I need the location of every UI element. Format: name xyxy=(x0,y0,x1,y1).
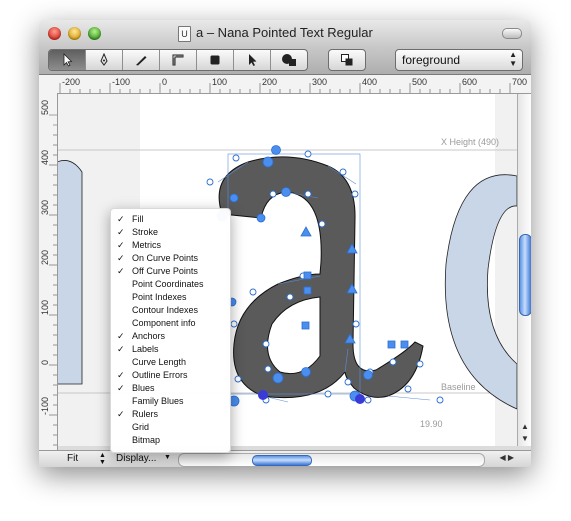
rectangle-icon xyxy=(210,55,220,65)
scroll-up-arrow[interactable]: ▲ xyxy=(521,422,529,431)
check-icon: ✓ xyxy=(117,227,125,237)
document-icon: U xyxy=(178,26,191,42)
check-icon: ✓ xyxy=(117,253,125,263)
menu-item-on-curve-points[interactable]: ✓ On Curve Points xyxy=(111,252,230,265)
check-icon: ✓ xyxy=(117,409,125,419)
zoom-button[interactable] xyxy=(88,27,101,40)
minimize-button[interactable] xyxy=(68,27,81,40)
check-icon: ✓ xyxy=(117,240,125,250)
shapes-tool-button[interactable] xyxy=(271,50,307,70)
v-ruler-label: -100 xyxy=(40,397,50,415)
h-ruler-label: 200 xyxy=(262,77,277,87)
display-options-button[interactable]: Display... xyxy=(116,453,156,464)
window-title: a – Nana Pointed Text Regular xyxy=(196,25,373,40)
vertical-scroll-thumb[interactable] xyxy=(519,234,531,316)
layer-select-value: foreground xyxy=(402,53,461,67)
pen-icon xyxy=(100,53,108,66)
pointer-icon xyxy=(63,53,73,67)
menu-item-metrics[interactable]: ✓ Metrics xyxy=(111,239,230,252)
arrow-tool-button[interactable] xyxy=(234,50,271,70)
menu-item-family-blues[interactable]: Family Blues xyxy=(111,395,230,408)
layer-select[interactable]: foreground ▲ ▼ xyxy=(395,49,523,71)
x-height-label: X Height (490) xyxy=(441,137,499,147)
pen-tool-button[interactable] xyxy=(86,50,123,70)
menu-item-blues[interactable]: ✓ Blues xyxy=(111,382,230,395)
h-ruler-label: 700 xyxy=(512,77,527,87)
h-ruler-label: -200 xyxy=(62,77,80,87)
menu-item-grid[interactable]: Grid xyxy=(111,421,230,434)
check-icon: ✓ xyxy=(117,344,125,354)
horizontal-scroll-arrows[interactable]: ◀ ▶ xyxy=(499,453,514,462)
shapes-icon xyxy=(282,54,296,66)
menu-item-fill[interactable]: ✓ Fill xyxy=(111,213,230,226)
rectangle-tool-button[interactable] xyxy=(197,50,234,70)
arrow-pointer-icon xyxy=(249,54,257,66)
check-icon: ✓ xyxy=(117,266,125,276)
horizontal-ruler-marks: -200 -100 0 100 200 300 400 500 600 700 xyxy=(59,77,527,93)
zoom-popup[interactable]: Fit xyxy=(67,453,78,464)
h-ruler-label: -100 xyxy=(112,77,130,87)
v-ruler-label: 0 xyxy=(40,360,50,365)
menu-item-rulers[interactable]: ✓ Rulers xyxy=(111,408,230,421)
menu-item-anchors[interactable]: ✓ Anchors xyxy=(111,330,230,343)
horizontal-scrollbar[interactable] xyxy=(178,453,485,467)
left-neighbor-glyph xyxy=(58,160,83,385)
toolbar: foreground ▲ ▼ xyxy=(39,46,531,75)
check-icon: ✓ xyxy=(117,383,125,393)
menu-item-bitmap[interactable]: Bitmap xyxy=(111,434,230,447)
knife-tool-button[interactable] xyxy=(123,50,160,70)
title-bar: U a – Nana Pointed Text Regular xyxy=(39,20,531,46)
menu-item-labels[interactable]: ✓ Labels xyxy=(111,343,230,356)
v-ruler-label: 100 xyxy=(40,300,50,315)
horizontal-ruler: -200 -100 0 100 200 300 400 500 600 700 xyxy=(57,75,531,94)
ruler-corner xyxy=(39,75,58,94)
h-ruler-label: 0 xyxy=(162,77,167,87)
tool-group xyxy=(48,49,308,71)
coordinate-label: 19.90 xyxy=(420,419,443,429)
check-icon: ✓ xyxy=(117,331,125,341)
vertical-scrollbar[interactable]: ▲ ▼ xyxy=(517,94,531,446)
menu-item-stroke[interactable]: ✓ Stroke xyxy=(111,226,230,239)
v-ruler-label: 300 xyxy=(40,200,50,215)
vertical-ruler-marks: 500 400 300 200 100 0 -100 xyxy=(40,100,57,456)
toolbar-toggle-button[interactable] xyxy=(502,28,522,39)
ruler-tool-icon xyxy=(172,54,184,66)
layers-button[interactable] xyxy=(328,49,366,71)
display-options-menu: ✓ Fill ✓ Stroke ✓ Metrics ✓ On Curve Points … xyxy=(110,208,231,453)
menu-item-point-indexes[interactable]: Point Indexes xyxy=(111,291,230,304)
menu-item-off-curve-points[interactable]: ✓ Off Curve Points xyxy=(111,265,230,278)
close-button[interactable] xyxy=(48,27,61,40)
horizontal-scroll-thumb[interactable] xyxy=(252,455,312,466)
h-ruler-label: 300 xyxy=(312,77,327,87)
menu-item-curve-length[interactable]: Curve Length xyxy=(111,356,230,369)
h-ruler-label: 600 xyxy=(462,77,477,87)
h-ruler-label: 500 xyxy=(412,77,427,87)
v-ruler-label: 500 xyxy=(40,100,50,115)
chevron-down-icon: ▼ xyxy=(164,454,171,461)
menu-item-outline-errors[interactable]: ✓ Outline Errors xyxy=(111,369,230,382)
knife-icon xyxy=(136,56,147,66)
scroll-down-arrow[interactable]: ▼ xyxy=(521,434,529,443)
layers-icon xyxy=(341,54,353,66)
menu-item-contour-indexes[interactable]: Contour Indexes xyxy=(111,304,230,317)
updown-arrows-icon: ▲ ▼ xyxy=(509,50,517,68)
h-ruler-label: 100 xyxy=(212,77,227,87)
menu-item-component-info[interactable]: Component info xyxy=(111,317,230,330)
check-icon: ✓ xyxy=(117,370,125,380)
updown-arrows-icon: ▲ ▼ xyxy=(99,452,106,466)
v-ruler-label: 200 xyxy=(40,250,50,265)
baseline-label: Baseline xyxy=(441,382,476,392)
check-icon: ✓ xyxy=(117,214,125,224)
h-ruler-label: 400 xyxy=(362,77,377,87)
vertical-ruler: 500 400 300 200 100 0 -100 xyxy=(39,93,58,461)
v-ruler-label: 400 xyxy=(40,150,50,165)
measure-tool-button[interactable] xyxy=(160,50,197,70)
menu-item-point-coordinates[interactable]: Point Coordinates xyxy=(111,278,230,291)
select-tool-button[interactable] xyxy=(49,50,86,70)
